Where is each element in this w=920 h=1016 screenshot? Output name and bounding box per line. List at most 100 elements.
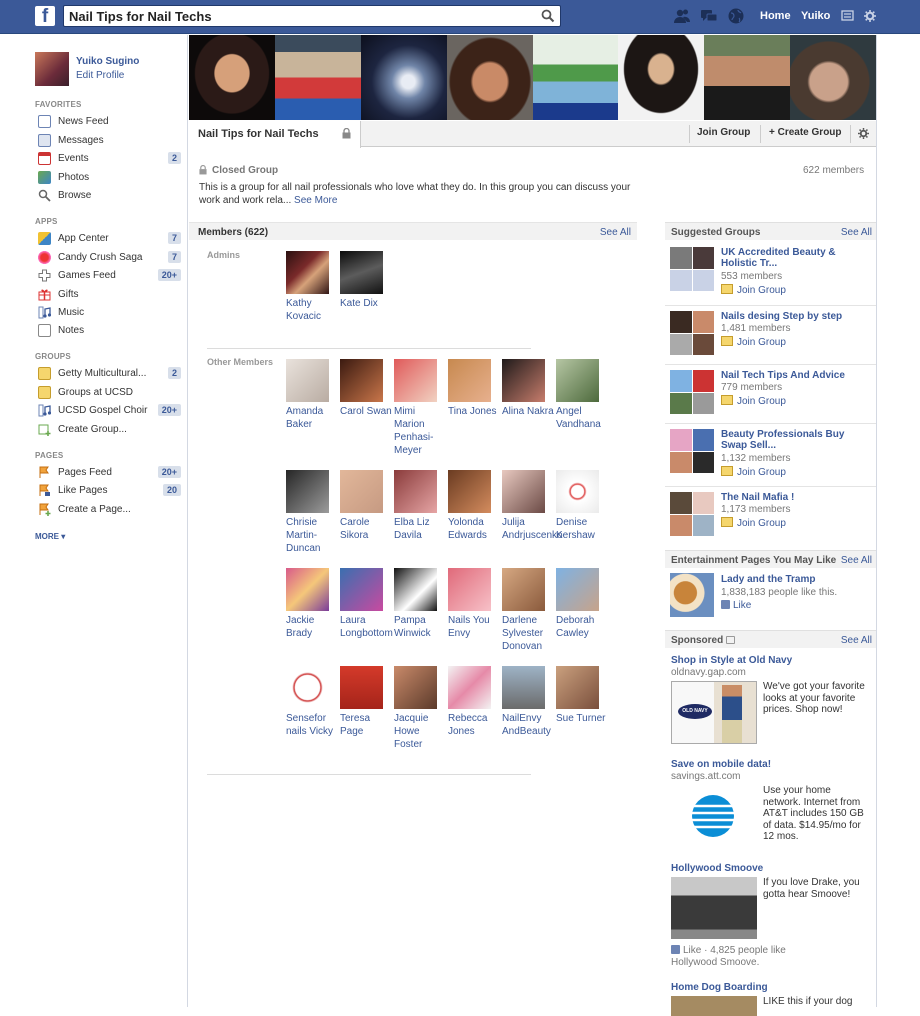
member-tile[interactable]: Rebecca Jones: [448, 666, 500, 738]
ad-image[interactable]: [671, 877, 757, 939]
member-tile[interactable]: Jacquie Howe Foster: [394, 666, 446, 751]
ad-title-link[interactable]: Hollywood Smoove: [671, 863, 763, 874]
member-name[interactable]: Yolonda Edwards: [448, 516, 500, 542]
member-tile[interactable]: NailEnvy AndBeauty: [502, 666, 554, 738]
member-name[interactable]: Mimi Marion Penhasi-Meyer: [394, 405, 446, 457]
member-name[interactable]: Kate Dix: [340, 297, 392, 310]
member-name[interactable]: Laura Longbottom: [340, 614, 393, 640]
avatar[interactable]: [35, 52, 69, 86]
sidebar-item-app-center[interactable]: App Center 7: [38, 231, 183, 247]
member-tile[interactable]: Teresa Page: [340, 666, 392, 738]
sidebar-more-link[interactable]: MORE ▾: [35, 532, 65, 541]
group-thumbnail-grid[interactable]: [670, 370, 714, 414]
member-tile[interactable]: Denise Kershaw: [556, 470, 608, 542]
sidebar-item-music[interactable]: Music: [38, 305, 183, 321]
member-name[interactable]: Sensefor nails Vicky: [286, 712, 338, 738]
sidebar-item-create-group[interactable]: Create Group...: [38, 422, 183, 438]
friend-requests-icon[interactable]: [673, 7, 691, 25]
create-group-button[interactable]: + Create Group: [769, 127, 842, 138]
member-tile[interactable]: Sensefor nails Vicky: [286, 666, 338, 738]
member-name[interactable]: Nails You Envy: [448, 614, 500, 640]
group-thumbnail-grid[interactable]: [670, 429, 714, 473]
group-settings-gear-icon[interactable]: [858, 128, 869, 139]
member-tile[interactable]: Jackie Brady: [286, 568, 338, 640]
member-tile[interactable]: Angel Vandhana: [556, 359, 608, 431]
member-tile[interactable]: Laura Longbottom: [340, 568, 393, 640]
sidebar-item-news-feed[interactable]: News Feed: [38, 114, 183, 130]
suggested-group-name[interactable]: UK Accredited Beauty & Holistic Tr...: [721, 247, 871, 269]
sidebar-item-like-pages[interactable]: Like Pages 20: [38, 483, 183, 499]
join-group-link[interactable]: Join Group: [721, 284, 786, 296]
search-icon[interactable]: [541, 9, 555, 23]
member-name[interactable]: Denise Kershaw: [556, 516, 608, 542]
member-name[interactable]: Tina Jones: [448, 405, 500, 418]
sidebar-item-getty-multicultural[interactable]: Getty Multicultural... 2: [38, 366, 183, 382]
member-name[interactable]: Kathy Kovacic: [286, 297, 338, 323]
member-tile[interactable]: Kathy Kovacic: [286, 251, 338, 323]
member-name[interactable]: Elba Liz Davila: [394, 516, 446, 542]
sidebar-item-ucsd-gospel-choir[interactable]: UCSD Gospel Choir 20+: [38, 403, 183, 419]
member-name[interactable]: Alina Nakra: [502, 405, 554, 418]
member-name[interactable]: Julija Andrjuscenko: [502, 516, 563, 542]
member-name[interactable]: Angel Vandhana: [556, 405, 608, 431]
member-tile[interactable]: Alina Nakra: [502, 359, 554, 418]
sidebar-item-browse[interactable]: Browse: [38, 188, 183, 204]
suggested-group-name[interactable]: Nails desing Step by step: [721, 311, 871, 322]
home-link[interactable]: Home: [760, 10, 791, 22]
sidebar-item-messages[interactable]: Messages: [38, 133, 183, 149]
member-tile[interactable]: Deborah Cawley: [556, 568, 608, 640]
join-group-link[interactable]: Join Group: [721, 336, 786, 348]
ad-like-text[interactable]: Like · 4,825 people like Hollywood Smoov…: [671, 945, 786, 968]
search-input[interactable]: [64, 6, 524, 26]
settings-gear-icon[interactable]: [864, 10, 876, 22]
join-group-button[interactable]: Join Group: [697, 127, 750, 138]
member-tile[interactable]: Chrisie Martin-Duncan: [286, 470, 338, 555]
page-name-link[interactable]: Lady and the Tramp: [721, 574, 815, 585]
profile-name-link[interactable]: Yuiko Sugino: [76, 56, 139, 67]
member-name[interactable]: Teresa Page: [340, 712, 392, 738]
member-tile[interactable]: Darlene Sylvester Donovan: [502, 568, 554, 653]
suggested-group-name[interactable]: The Nail Mafia !: [721, 492, 871, 503]
sidebar-item-gifts[interactable]: Gifts: [38, 287, 183, 303]
member-tile[interactable]: Nails You Envy: [448, 568, 500, 640]
member-tile[interactable]: Elba Liz Davila: [394, 470, 446, 542]
member-name[interactable]: Sue Turner: [556, 712, 608, 725]
join-group-link[interactable]: Join Group: [721, 466, 786, 478]
att-globe-logo-icon[interactable]: [691, 794, 735, 838]
group-thumbnail-grid[interactable]: [670, 492, 714, 536]
member-name[interactable]: Jackie Brady: [286, 614, 338, 640]
member-name[interactable]: Carole Sikora: [340, 516, 392, 542]
member-tile[interactable]: Yolonda Edwards: [448, 470, 500, 542]
suggested-see-all-link[interactable]: See All: [841, 227, 872, 238]
member-name[interactable]: Chrisie Martin-Duncan: [286, 516, 338, 555]
suggested-group-name[interactable]: Nail Tech Tips And Advice: [721, 370, 871, 381]
sidebar-item-groups-at-ucsd[interactable]: Groups at UCSD: [38, 385, 183, 401]
page-thumbnail[interactable]: [670, 573, 714, 617]
member-count[interactable]: 622 members: [803, 165, 864, 176]
sidebar-item-events[interactable]: Events 2: [38, 151, 183, 167]
member-tile[interactable]: Amanda Baker: [286, 359, 338, 431]
join-group-link[interactable]: Join Group: [721, 517, 786, 529]
group-title-tab[interactable]: Nail Tips for Nail Techs: [189, 121, 361, 148]
sidebar-item-games-feed[interactable]: Games Feed 20+: [38, 268, 183, 284]
join-group-link[interactable]: Join Group: [721, 395, 786, 407]
member-tile[interactable]: Sue Turner: [556, 666, 608, 725]
privacy-shortcuts-icon[interactable]: [841, 9, 854, 22]
entertainment-see-all-link[interactable]: See All: [841, 555, 872, 566]
group-thumbnail-grid[interactable]: [670, 247, 714, 291]
sidebar-item-notes[interactable]: Notes: [38, 323, 183, 339]
search-box[interactable]: [63, 5, 561, 27]
suggested-group-name[interactable]: Beauty Professionals Buy Swap Sell...: [721, 429, 871, 451]
member-tile[interactable]: Julija Andrjuscenko: [502, 470, 563, 542]
member-tile[interactable]: Mimi Marion Penhasi-Meyer: [394, 359, 446, 457]
sidebar-item-pages-feed[interactable]: Pages Feed 20+: [38, 465, 183, 481]
ad-image[interactable]: [671, 996, 757, 1016]
members-see-all-link[interactable]: See All: [600, 227, 631, 238]
see-more-link[interactable]: See More: [294, 195, 337, 206]
member-name[interactable]: Carol Swan: [340, 405, 392, 418]
edit-profile-link[interactable]: Edit Profile: [76, 70, 124, 81]
group-cover-photos[interactable]: [189, 35, 876, 120]
notifications-globe-icon[interactable]: [727, 7, 745, 25]
sidebar-item-create-page[interactable]: Create a Page...: [38, 502, 183, 518]
messages-icon[interactable]: [700, 7, 718, 25]
